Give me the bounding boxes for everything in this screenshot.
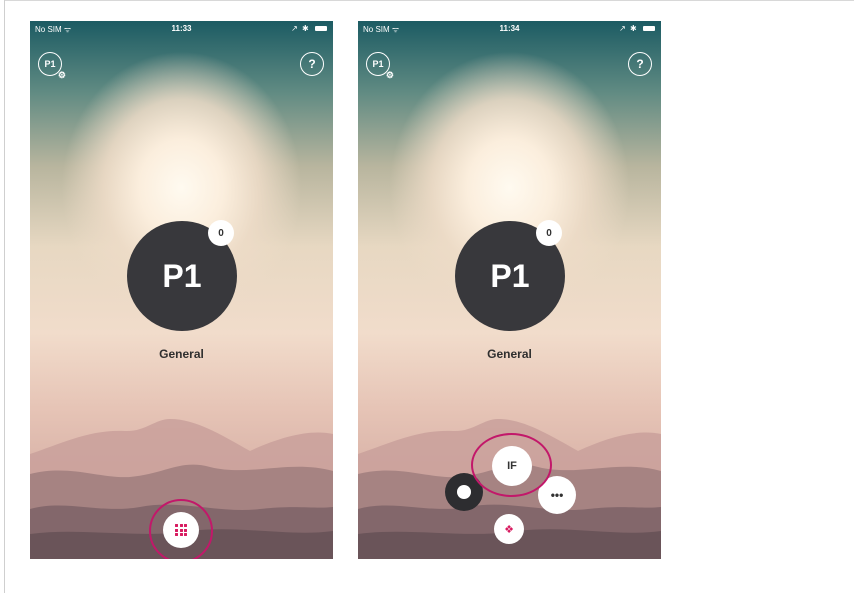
count-badge: 0: [536, 220, 562, 246]
highlight-ring: [471, 433, 552, 497]
help-button[interactable]: ?: [628, 52, 652, 76]
gear-icon: ⚙: [385, 70, 394, 80]
status-bar: No SIM ᯤ 11:33 ↗ ✱: [30, 21, 333, 37]
frame-left-border: [4, 0, 5, 593]
diamond-icon: ❖: [504, 523, 514, 536]
help-button[interactable]: ?: [300, 52, 324, 76]
phone-screen-1: No SIM ᯤ 11:33 ↗ ✱ P1 ⚙ ? P1 0 General: [30, 21, 333, 559]
program-name: General: [487, 347, 532, 361]
status-time: 11:33: [171, 24, 192, 33]
status-icons: ↗ ✱: [619, 24, 655, 33]
status-time: 11:34: [499, 24, 520, 33]
status-icons: ↗ ✱: [291, 24, 327, 33]
program-label: P1: [162, 257, 202, 294]
count-badge: 0: [208, 220, 234, 246]
program-label: P1: [490, 257, 530, 294]
battery-icon: [643, 26, 655, 32]
phone-screen-2: No SIM ᯤ 11:34 ↗ ✱ P1 ⚙ ? P1 0 General I…: [358, 21, 661, 559]
profile-label: P1: [44, 59, 56, 69]
highlight-ring: [149, 499, 213, 559]
profile-label: P1: [372, 59, 384, 69]
gear-icon: ⚙: [57, 70, 66, 80]
location-bluetooth-icons: ↗ ✱: [619, 24, 638, 33]
battery-icon: [315, 26, 327, 32]
profile-button[interactable]: P1 ⚙: [38, 52, 66, 80]
record-icon: [457, 485, 471, 499]
status-bar: No SIM ᯤ 11:34 ↗ ✱: [358, 21, 661, 37]
program-name: General: [159, 347, 204, 361]
diamond-button[interactable]: ❖: [494, 514, 524, 544]
frame-top-border: [4, 0, 854, 1]
location-bluetooth-icons: ↗ ✱: [291, 24, 310, 33]
profile-button[interactable]: P1 ⚙: [366, 52, 394, 80]
